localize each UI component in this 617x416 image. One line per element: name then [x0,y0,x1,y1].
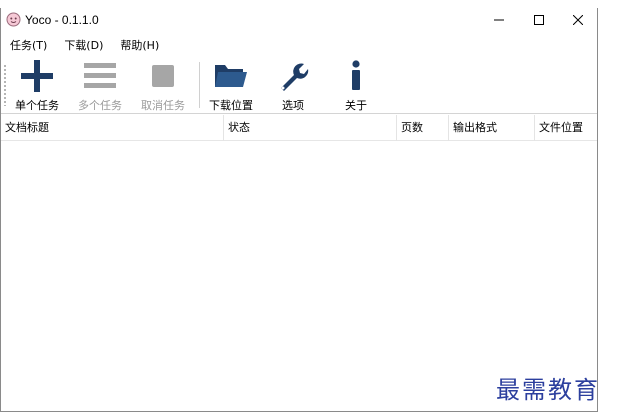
title-bar[interactable]: Yoco - 0.1.1.0 [1,8,597,32]
cancel-task-label: 取消任务 [141,99,185,112]
options-label: 选项 [282,99,304,112]
cancel-task-button[interactable]: 取消任务 [133,56,193,114]
column-header-pages[interactable]: 页数 [397,115,449,141]
close-button[interactable] [558,8,598,32]
download-location-label: 下载位置 [209,99,253,112]
list-icon [82,60,118,92]
plus-icon [19,60,55,92]
options-button[interactable]: 选项 [263,56,323,114]
maximize-button[interactable] [519,8,559,32]
about-button[interactable]: 关于 [326,56,386,114]
toolbar-separator [199,62,200,108]
menu-bar: 任务(T) 下载(D) 帮助(H) [1,34,597,56]
menu-help[interactable]: 帮助(H) [120,37,159,53]
column-header-status[interactable]: 状态 [224,115,397,141]
minimize-button[interactable] [479,8,519,32]
menu-download[interactable]: 下载(D) [64,37,103,53]
multi-task-button[interactable]: 多个任务 [70,56,130,114]
watermark-text: 最需教育 [496,376,600,404]
single-task-button[interactable]: 单个任务 [7,56,67,114]
info-icon [338,60,374,92]
task-list-header: 文档标题 状态 页数 输出格式 文件位置 [1,115,597,141]
toolbar: 单个任务 多个任务 取消任务 下载位置 选项 关于 [1,56,597,114]
maximize-icon [534,15,544,25]
wrench-icon [275,60,311,92]
window-title: Yoco - 0.1.1.0 [25,13,99,27]
minimize-icon [494,19,504,21]
column-header-format[interactable]: 输出格式 [449,115,535,141]
download-location-button[interactable]: 下载位置 [201,56,261,114]
app-window: Yoco - 0.1.1.0 任务(T) 下载(D) 帮助(H) 单个任务 多个… [0,8,598,412]
menu-task[interactable]: 任务(T) [10,37,47,53]
close-icon [573,15,583,25]
folder-icon [213,60,249,92]
column-header-location[interactable]: 文件位置 [535,115,598,141]
single-task-label: 单个任务 [15,99,59,112]
about-label: 关于 [345,99,367,112]
column-header-title[interactable]: 文档标题 [1,115,224,141]
app-logo-icon [6,12,21,27]
multi-task-label: 多个任务 [78,99,122,112]
toolbar-grip[interactable] [4,64,6,106]
stop-icon [145,60,181,92]
